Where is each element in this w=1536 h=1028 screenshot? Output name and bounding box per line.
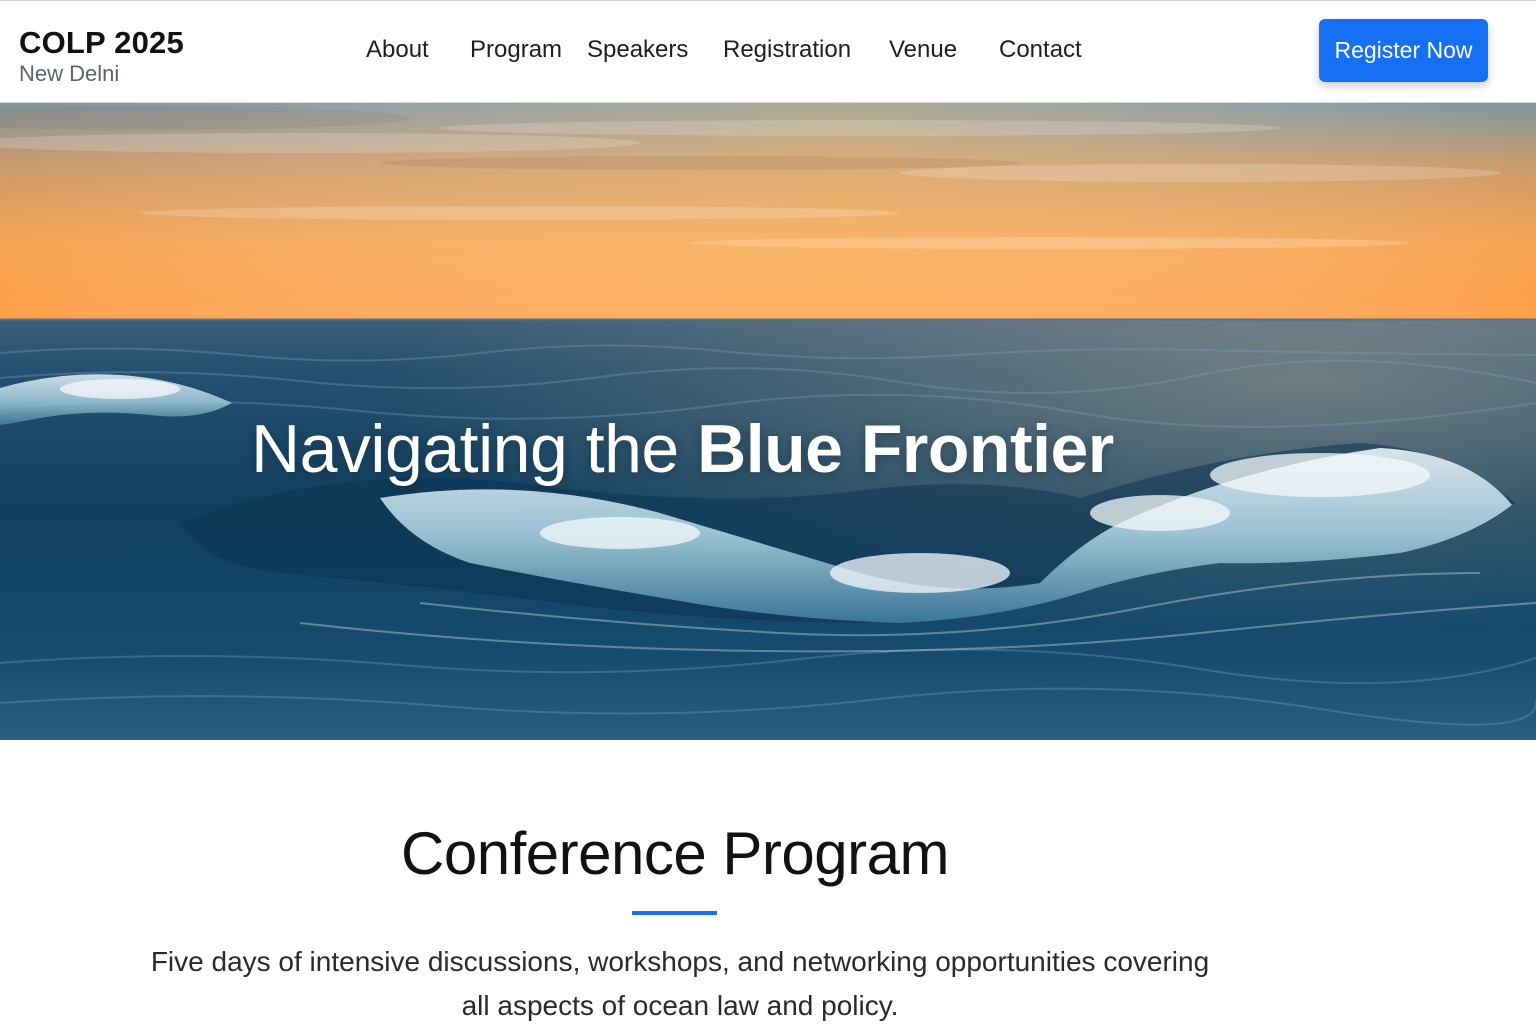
program-description: Five days of intensive discussions, work… [150, 946, 1210, 1021]
site-header: COLP 2025 New Delni About Program Speake… [0, 0, 1536, 103]
nav-link-about[interactable]: About [366, 33, 429, 67]
hero-title-lead: Navigating the [251, 411, 698, 487]
program-title: Conference Program [401, 820, 949, 887]
nav-link-contact[interactable]: Contact [999, 33, 1082, 67]
hero-title: Navigating the Blue Frontier [251, 411, 1114, 487]
nav-link-registration[interactable]: Registration [723, 33, 851, 67]
nav-link-venue[interactable]: Venue [889, 33, 957, 67]
brand-location: New Delni [19, 61, 120, 86]
brand-title: COLP 2025 [19, 25, 184, 60]
brand-logo[interactable]: COLP 2025 New Delni [19, 25, 184, 88]
nav-link-speakers[interactable]: Speakers [587, 33, 688, 67]
program-section: Conference Program Five days of intensiv… [0, 740, 1536, 1024]
title-underline-divider [632, 911, 717, 915]
hero-banner: Navigating the Blue Frontier [0, 103, 1536, 740]
nav-link-program[interactable]: Program [470, 33, 562, 67]
hero-title-accent: Blue Frontier [697, 411, 1114, 487]
register-now-button[interactable]: Register Now [1319, 19, 1488, 82]
